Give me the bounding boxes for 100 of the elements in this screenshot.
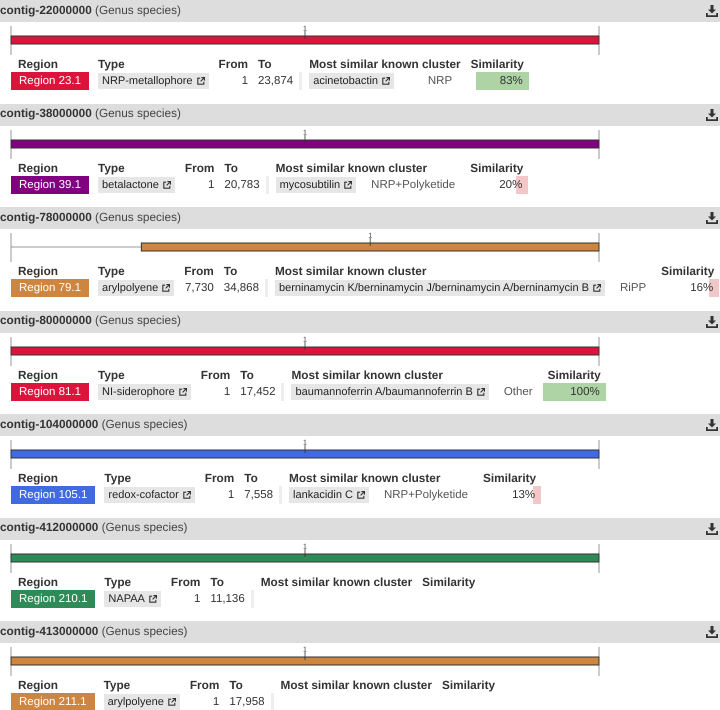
start-position: 1 [226,488,236,503]
region-bar[interactable] [10,553,600,562]
external-link-icon [476,388,485,396]
tick-mark [304,134,306,143]
from-header: From [204,470,236,486]
cluster-header: Most similar known cluster [308,56,462,72]
start-position: 1 [212,695,220,710]
external-link-icon [196,77,205,85]
similarity-header: Similarity [482,470,538,486]
cluster-type: RiPP [618,281,648,296]
cluster-link[interactable]: berninamycin K/berninamycin J/berninamycin A/berninamycin B [274,280,605,296]
organism-name: (Genus species) [102,416,188,431]
download-icon[interactable] [706,212,718,224]
type-header: Type [97,56,126,72]
external-link-icon [168,698,176,706]
to-header: To [209,574,225,590]
organism-name: (Genus species) [95,2,181,17]
type-link[interactable]: NAPAA [104,590,161,606]
region-header: Region [17,677,59,693]
similarity-header: Similarity [469,160,524,176]
tick-mark [304,652,306,660]
end-position: 17,958 [224,693,274,710]
download-icon[interactable] [706,522,718,534]
cluster-type: NRP [426,74,454,89]
download-icon[interactable] [706,316,718,328]
similarity-value: 83% [498,74,524,89]
contig-name: contig-22000000 [0,2,92,17]
external-link-icon [344,180,352,188]
download-icon[interactable] [706,626,718,638]
type-link[interactable]: NI-siderophore [98,384,191,400]
region-header: Region [17,160,59,176]
type-link[interactable]: redox-cofactor [104,487,195,503]
cluster-type: Other [502,384,534,400]
start-position: 1 [222,384,232,400]
external-link-icon [356,491,365,499]
cluster-link[interactable]: lankacidin C [289,487,369,503]
organism-name: (Genus species) [95,313,181,328]
cluster-link[interactable]: mycosubtilin [276,176,356,192]
contig-name: contig-412000000 [0,520,98,534]
download-icon[interactable] [706,108,718,120]
end-position: 20,783 [219,176,269,194]
from-header: From [188,677,220,693]
region-header: Region [17,263,59,279]
region-bar[interactable] [10,139,600,148]
end-position: 17,452 [235,382,284,400]
end-position: 23,874 [253,72,302,90]
start-position: 1 [240,74,250,89]
similarity-value: 13% [511,488,536,503]
start-position: 1 [207,178,216,192]
type-link[interactable]: arylpolyene [104,694,180,710]
tick-mark [304,30,306,40]
type-header: Type [103,574,132,590]
similarity-header: Similarity [440,677,496,693]
organism-name: (Genus species) [95,106,181,120]
from-header: From [218,56,250,72]
region-header: Region [17,574,59,590]
download-icon[interactable] [706,419,718,431]
download-icon[interactable] [706,5,718,17]
type-header: Type [97,160,126,176]
contig-name: contig-78000000 [0,210,92,224]
organism-name: (Genus species) [95,210,181,224]
region-link[interactable]: Region 23.1 [11,72,90,90]
contig-name: contig-104000000 [0,416,98,431]
region-link[interactable]: Region 105.1 [11,486,96,504]
type-link[interactable]: NRP-metallophore [98,73,209,89]
from-header: From [200,366,232,382]
contig-name: contig-38000000 [0,106,92,120]
end-position: 34,868 [218,279,268,297]
cluster-link[interactable]: acinetobactin [309,73,394,89]
to-header: To [228,677,244,693]
cluster-header: Most similar known cluster [280,677,433,693]
external-link-icon [182,491,191,499]
similarity-value: 20% [498,178,524,192]
region-link[interactable]: Region 81.1 [11,382,90,400]
from-header: From [184,160,216,176]
external-link-icon [162,180,171,188]
region-bar[interactable] [10,346,600,355]
tick-mark [304,548,306,557]
tick-mark [370,238,371,246]
external-link-icon [592,284,601,292]
to-header: To [243,470,259,486]
type-header: Type [103,470,132,486]
similarity-header: Similarity [660,263,716,279]
cluster-link[interactable]: baumannoferrin A/baumannoferrin B [291,384,489,400]
type-header: Type [97,263,126,279]
type-link[interactable]: arylpolyene [98,280,174,296]
tick-mark [304,341,306,350]
region-link[interactable]: Region 210.1 [11,590,96,608]
to-header: To [257,56,273,72]
region-link[interactable]: Region 39.1 [11,176,90,194]
to-header: To [239,366,255,382]
cluster-header: Most similar known cluster [290,366,444,382]
region-header: Region [17,470,59,486]
external-link-icon [382,77,390,85]
to-header: To [222,263,238,279]
similarity-value: 100% [569,384,601,400]
type-link[interactable]: betalactone [98,176,175,192]
organism-name: (Genus species) [102,520,188,534]
cluster-type: NRP+Polyketide [382,488,469,503]
contig-name: contig-413000000 [0,624,98,638]
